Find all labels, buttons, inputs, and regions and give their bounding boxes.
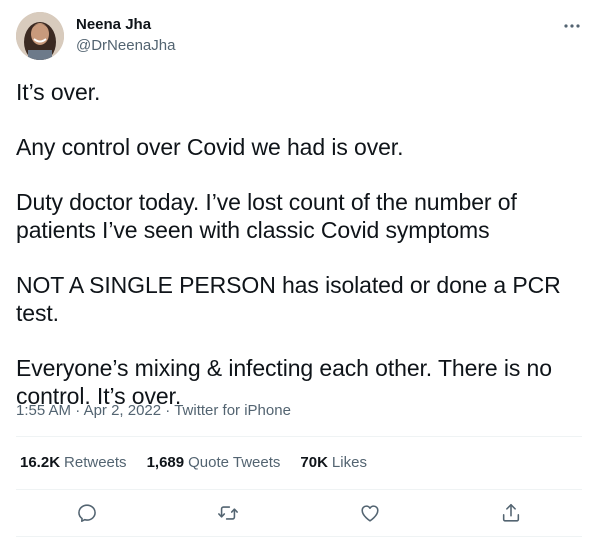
meta-separator: · xyxy=(165,402,171,419)
tweet-paragraph: Duty doctor today. I’ve lost count of th… xyxy=(16,189,517,243)
action-bar xyxy=(0,498,598,528)
divider xyxy=(16,489,582,490)
likes-label: Likes xyxy=(331,454,367,471)
retweet-button[interactable] xyxy=(217,502,239,524)
like-icon xyxy=(361,505,379,522)
tweet-metadata: 1:55 AM · Apr 2, 2022 · Twitter for iPho… xyxy=(16,402,291,420)
share-icon xyxy=(502,503,520,522)
tweet-paragraph: Any control over Covid we had is over. xyxy=(16,134,404,160)
tweet-text: It’s over. Any control over Covid we had… xyxy=(16,78,586,437)
divider xyxy=(16,436,582,437)
avatar-image xyxy=(16,12,64,60)
tweet-time[interactable]: 1:55 AM xyxy=(16,402,71,419)
reply-icon xyxy=(78,504,96,523)
author-handle[interactable]: @DrNeenaJha xyxy=(76,37,175,55)
quote-tweets-label: Quote Tweets xyxy=(188,454,281,471)
likes-stat[interactable]: 70K Likes xyxy=(300,454,367,472)
tweet-paragraph: It’s over. xyxy=(16,79,101,105)
author-name[interactable]: Neena Jha xyxy=(76,16,151,34)
retweet-icon xyxy=(218,506,238,520)
tweet-source[interactable]: Twitter for iPhone xyxy=(174,402,291,419)
retweets-label: Retweets xyxy=(64,454,127,471)
avatar[interactable] xyxy=(16,12,64,60)
retweets-count: 16.2K xyxy=(20,454,61,471)
retweets-stat[interactable]: 16.2K Retweets xyxy=(20,454,127,472)
share-button[interactable] xyxy=(500,502,522,524)
more-horizontal-icon xyxy=(564,24,580,28)
tweet-card: Neena Jha @DrNeenaJha It’s over. Any con… xyxy=(0,0,598,537)
more-options-button[interactable] xyxy=(560,14,584,38)
quote-tweets-stat[interactable]: 1,689 Quote Tweets xyxy=(147,454,281,472)
likes-count: 70K xyxy=(300,454,328,471)
meta-separator: · xyxy=(75,402,81,419)
quote-tweets-count: 1,689 xyxy=(146,454,185,471)
engagement-stats: 16.2K Retweets 1,689 Quote Tweets 70K Likes xyxy=(20,454,367,472)
tweet-paragraph: NOT A SINGLE PERSON has isolated or done… xyxy=(16,272,561,326)
like-button[interactable] xyxy=(359,502,381,524)
reply-button[interactable] xyxy=(76,502,98,524)
tweet-date[interactable]: Apr 2, 2022 xyxy=(84,402,162,419)
